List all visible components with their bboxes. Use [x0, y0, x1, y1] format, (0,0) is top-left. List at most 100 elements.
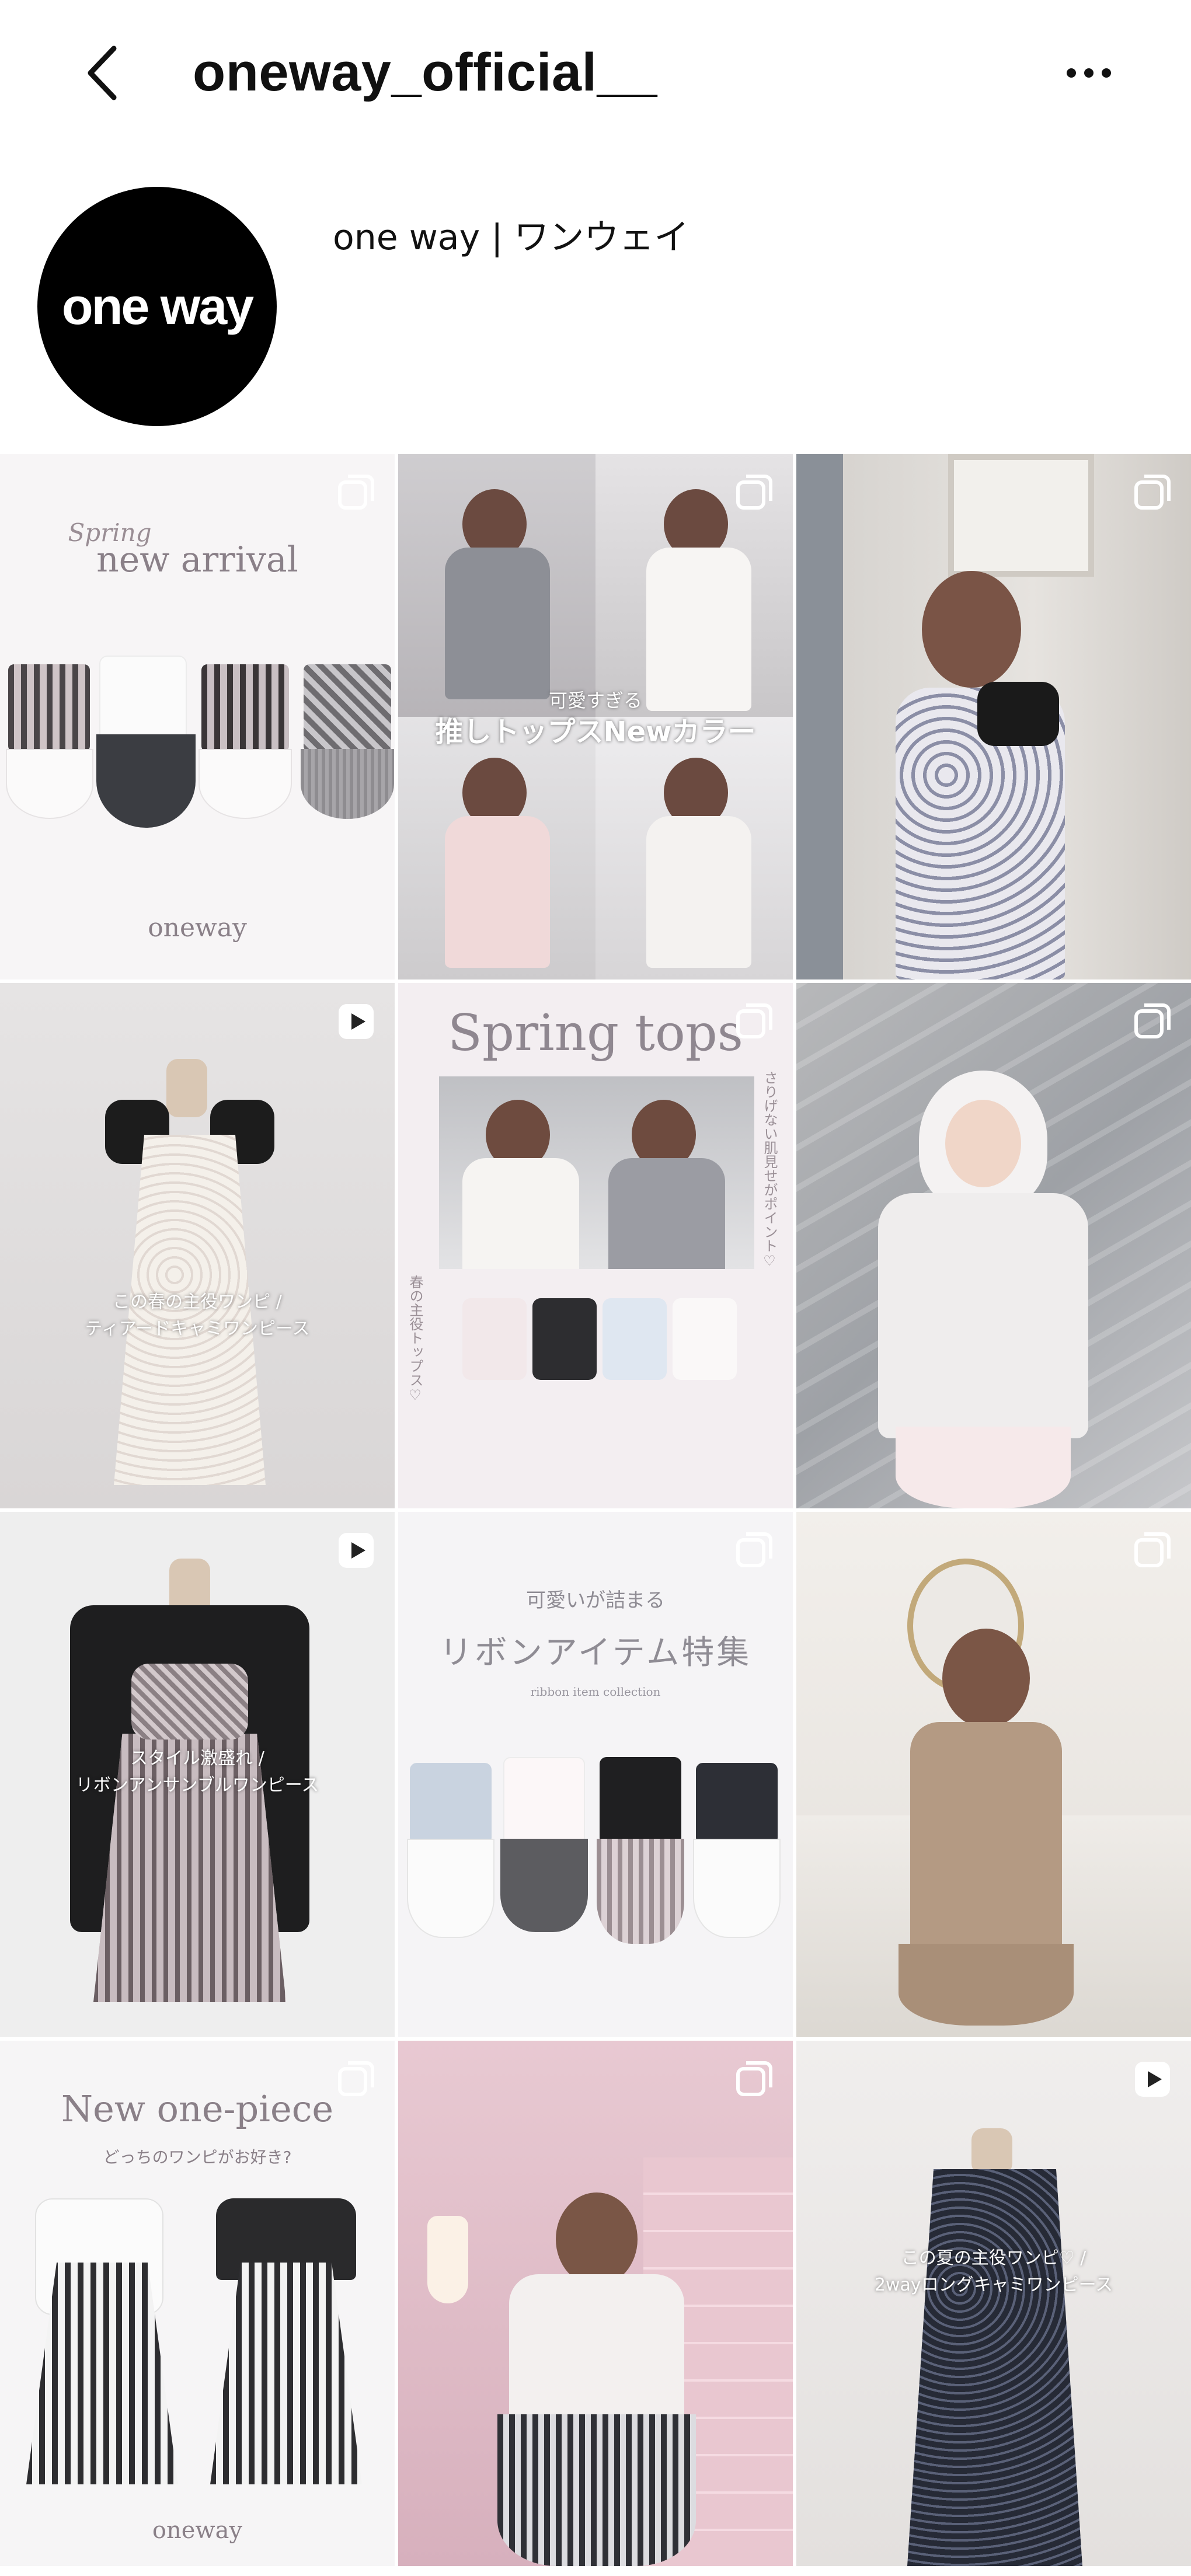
profile-display-name: one way | ワンウェイ	[333, 217, 689, 258]
post-subtitle: どっちのワンピがお好き?	[103, 2148, 292, 2167]
post-caption: 推しトップスNewカラー	[435, 716, 756, 748]
garment-image	[532, 1298, 597, 1380]
garment-image	[500, 1839, 588, 1932]
garment-image	[407, 1839, 494, 1938]
garment-image	[410, 1763, 492, 1845]
carousel-icon	[338, 2061, 374, 2096]
post-caption: 2wayロングキャミワンピース	[874, 2275, 1113, 2295]
bow-detail	[131, 1664, 248, 1740]
post-tile[interactable]: Spring tops 春の主役トップス♡ さりげない肌見せがポイント♡	[398, 983, 793, 1508]
carousel-icon	[736, 2061, 772, 2096]
garment-image	[99, 656, 187, 743]
carousel-icon	[736, 1003, 772, 1038]
carousel-badge	[733, 1529, 775, 1571]
bow-detail	[977, 682, 1059, 746]
model-figure	[608, 1158, 725, 1269]
model-figure	[878, 1193, 1088, 1438]
model-figure	[646, 816, 751, 968]
reel-badge	[335, 1529, 377, 1571]
parfait-glass	[427, 2216, 468, 2303]
ellipsis-icon	[1067, 68, 1111, 78]
carousel-badge	[733, 2058, 775, 2100]
garment-image	[462, 1298, 527, 1380]
post-caption: スタイル激盛れ /	[130, 1748, 264, 1769]
garment-image	[603, 1298, 667, 1380]
carousel-icon	[338, 475, 374, 510]
post-footer-logo: oneway	[148, 913, 247, 943]
reel-play-icon	[339, 1004, 374, 1039]
post-caption: この夏の主役ワンピ♡ /	[901, 2248, 1086, 2268]
garment-image	[8, 664, 90, 752]
post-heading-small: 可愛いが詰まる	[526, 1589, 665, 1612]
post-caption: リボンアンサンブルワンピース	[75, 1775, 319, 1796]
mannequin-neck	[166, 1059, 207, 1117]
garment-image	[600, 1757, 681, 1845]
post-title: リボンアイテム特集	[439, 1634, 752, 1672]
model-figure	[922, 571, 1021, 688]
garment-image	[693, 1839, 781, 1938]
chevron-left-icon	[88, 46, 117, 100]
post-tile[interactable]: この夏の主役ワンピ♡ / 2wayロングキャミワンピース	[796, 2041, 1191, 2566]
garment-image	[503, 1757, 585, 1845]
post-tile[interactable]: Spring new arrival oneway	[0, 454, 395, 979]
post-title: new arrival	[96, 539, 298, 580]
post-tile[interactable]: New one-piece どっちのワンピがお好き? oneway	[0, 2041, 395, 2566]
garment-image	[597, 1839, 684, 1944]
model-figure	[910, 1722, 1062, 1973]
post-tile[interactable]	[796, 454, 1191, 979]
reel-badge	[1131, 2058, 1173, 2100]
avatar-logo-text: one way	[61, 277, 254, 335]
top-bar: oneway_official__	[0, 0, 1191, 152]
carousel-badge	[733, 1001, 775, 1043]
more-options-button[interactable]	[1057, 47, 1121, 99]
profile-avatar[interactable]: one way	[37, 187, 277, 426]
post-caption-small: 可愛すぎる	[548, 689, 642, 712]
post-tile[interactable]: 可愛いが詰まる リボンアイテム特集 ribbon item collection	[398, 1512, 793, 2037]
carousel-badge	[1131, 1001, 1173, 1043]
garment-image	[6, 749, 93, 819]
carousel-badge	[733, 472, 775, 514]
carousel-icon	[1134, 475, 1171, 510]
carousel-icon	[1134, 1003, 1171, 1038]
carousel-badge	[335, 2058, 377, 2100]
model-figure	[497, 2414, 696, 2566]
model-figure	[445, 548, 550, 699]
post-caption: この春の主役ワンピ /	[113, 1292, 282, 1312]
post-footer-logo: oneway	[152, 2517, 243, 2544]
post-side-text: さりげない肌見せがポイント♡	[761, 1071, 778, 1269]
model-figure	[462, 1158, 579, 1269]
reel-play-icon	[1135, 2062, 1170, 2097]
garment-image	[304, 664, 391, 752]
garment-image	[198, 749, 292, 819]
post-tile[interactable]: 可愛すぎる 推しトップスNewカラー	[398, 454, 793, 979]
post-tile[interactable]: スタイル激盛れ / リボンアンサンブルワンピース	[0, 1512, 395, 2037]
profile-username: oneway_official__	[193, 43, 657, 102]
post-tile[interactable]: この春の主役ワンピ / ティアードキャミワンピース	[0, 983, 395, 1508]
carousel-icon	[736, 1532, 772, 1567]
back-button[interactable]	[70, 41, 134, 105]
post-tile[interactable]	[796, 1512, 1191, 2037]
dress-image	[907, 2169, 1082, 2566]
reel-play-icon	[339, 1533, 374, 1568]
post-subtitle: ribbon item collection	[530, 1685, 661, 1699]
mannequin-neck	[971, 2128, 1012, 2175]
carousel-icon	[1134, 1532, 1171, 1567]
post-tile[interactable]	[398, 2041, 793, 2566]
carousel-badge	[335, 472, 377, 514]
post-caption: ティアードキャミワンピース	[85, 1319, 310, 1339]
garment-image	[673, 1298, 737, 1380]
model-figure	[899, 1944, 1074, 2026]
garment-image	[96, 734, 196, 828]
model-figure	[896, 1427, 1071, 1508]
dress-image	[210, 2263, 362, 2484]
carousel-icon	[736, 475, 772, 510]
model-figure	[445, 816, 550, 968]
model-figure	[942, 1629, 1030, 1728]
reel-badge	[335, 1001, 377, 1043]
model-figure	[945, 1100, 1021, 1187]
garment-image	[201, 664, 289, 752]
post-tile[interactable]	[796, 983, 1191, 1508]
garment-image	[696, 1763, 778, 1845]
carousel-badge	[1131, 472, 1173, 514]
carousel-badge	[1131, 1529, 1173, 1571]
